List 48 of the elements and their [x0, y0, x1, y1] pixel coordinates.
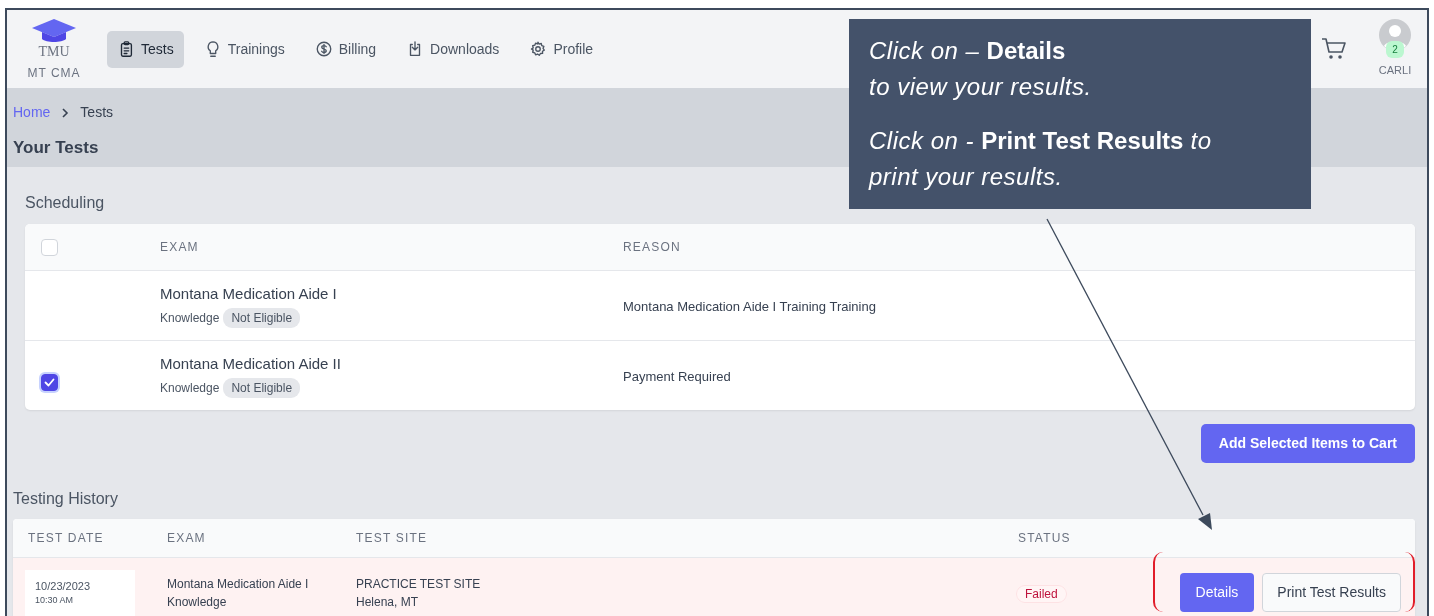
callout-text: Click on - Print Test Results to: [869, 126, 1213, 156]
page-title: Your Tests: [13, 137, 99, 159]
test-site: PRACTICE TEST SITE: [356, 575, 482, 593]
section-title: Testing History: [13, 489, 119, 509]
nav-tab[interactable]: Billing: [304, 30, 387, 68]
exam-type: Knowledge: [160, 380, 220, 398]
graduation-cap-icon: [30, 16, 78, 45]
section-title: Scheduling: [25, 193, 106, 213]
reason-text: Montana Medication Aide I Training Training: [623, 298, 876, 314]
site-city: Helena, MT: [356, 593, 420, 611]
count-badge: 2: [1386, 41, 1404, 59]
nav-tab[interactable]: Tests: [107, 30, 184, 68]
user-name: CARLI: [1378, 63, 1412, 79]
logo-subtitle: MT CMA: [27, 64, 81, 82]
callout-text: to view your results.: [869, 72, 1093, 102]
nav-tab[interactable]: Downloads: [396, 30, 510, 68]
status-badge: Failed: [1016, 584, 1067, 603]
gear-icon: [529, 40, 548, 58]
nav-tab[interactable]: Trainings: [193, 30, 295, 68]
cart-icon[interactable]: [1321, 37, 1347, 61]
chevron-icon: [60, 106, 71, 119]
status-badge: Not Eligible: [223, 308, 301, 329]
breadcrumb-current: Tests: [80, 103, 114, 122]
exam-name: Montana Medication Aide II: [160, 353, 342, 374]
nav-tab[interactable]: Profile: [519, 30, 604, 68]
checkbox[interactable]: [41, 374, 58, 391]
callout-text: Click on – Details: [869, 36, 1067, 66]
exam-type: Knowledge: [160, 310, 220, 328]
column-header: EXAM: [160, 239, 200, 256]
column-header: EXAM: [166, 530, 207, 547]
exam-name: Montana Medication Aide I: [167, 575, 310, 593]
column-header: REASON: [623, 239, 682, 256]
callout-text: print your results.: [869, 162, 1064, 192]
column-header: STATUS: [1017, 530, 1072, 547]
check-icon: [44, 378, 55, 387]
print-results-button[interactable]: Print Test Results: [1262, 573, 1401, 612]
test-date: 10/23/2023: [35, 578, 92, 594]
details-button[interactable]: Details: [1179, 573, 1255, 612]
status-badge: Not Eligible: [223, 378, 301, 399]
exam-type: Knowledge: [167, 593, 228, 611]
add-to-cart-button[interactable]: Add Selected Items to Cart: [1200, 424, 1415, 463]
logo-text: TMU: [38, 44, 70, 59]
exam-name: Montana Medication Aide I: [160, 283, 338, 304]
column-header: TEST DATE: [27, 530, 105, 547]
test-time: 10:30 AM: [35, 594, 75, 607]
dollar-icon: [314, 40, 333, 58]
column-header: TEST SITE: [355, 530, 429, 547]
reason-text: Payment Required: [623, 368, 731, 384]
